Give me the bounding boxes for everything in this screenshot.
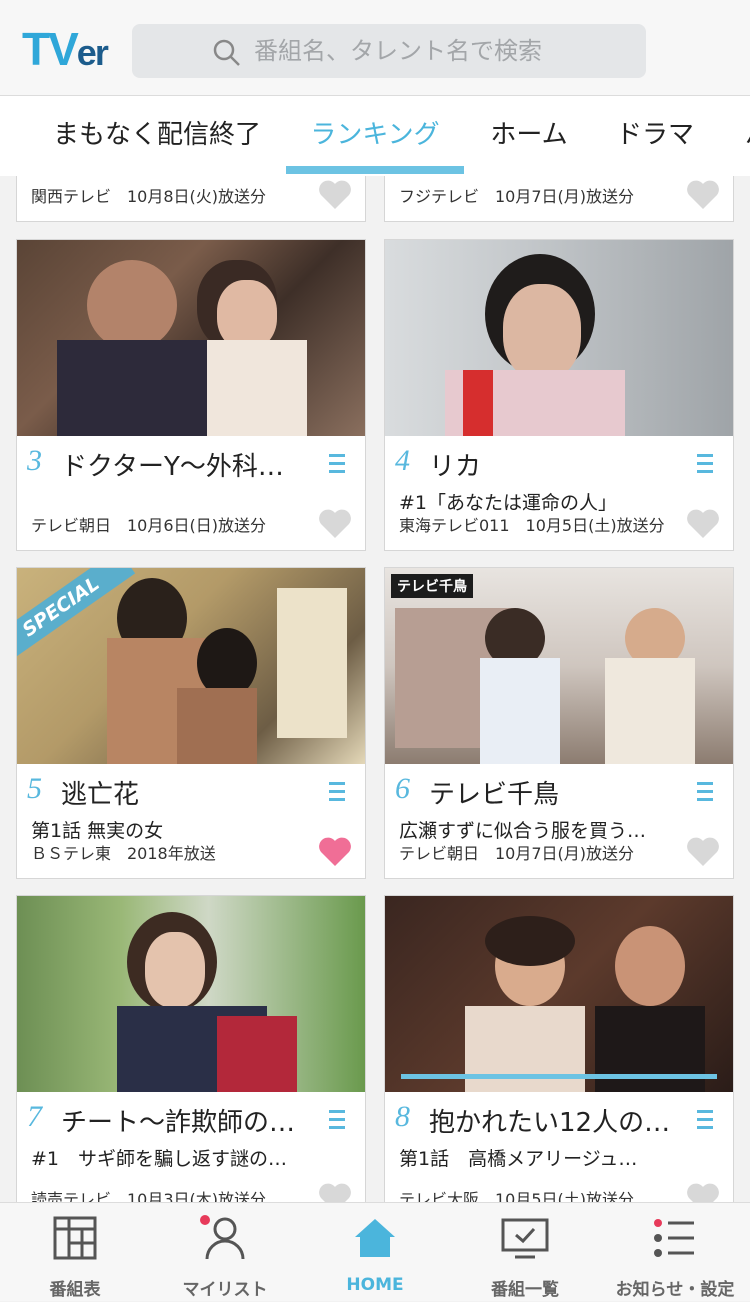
program-title: リカ bbox=[429, 452, 482, 482]
logo-t: T bbox=[22, 23, 50, 75]
heart-icon[interactable] bbox=[685, 1182, 721, 1202]
tab-variety[interactable]: バ bbox=[738, 96, 750, 176]
search-icon bbox=[213, 39, 240, 66]
tab-ending-soon[interactable]: まもなく配信終了 bbox=[52, 96, 262, 176]
heart-icon-favorited[interactable] bbox=[317, 836, 353, 868]
episode-subtitle: #1「あなたは運命の人」 bbox=[399, 492, 618, 514]
program-title: 抱かれたい12人の… bbox=[429, 1108, 671, 1138]
rank-number: 5 bbox=[27, 772, 42, 805]
logo-v: V bbox=[48, 23, 79, 75]
logo-er: er bbox=[76, 32, 109, 73]
heart-icon[interactable] bbox=[685, 836, 721, 868]
program-title: テレビ千鳥 bbox=[429, 780, 560, 810]
thumbnail-image[interactable]: テレビ千鳥 bbox=[385, 568, 733, 764]
menu-icon[interactable] bbox=[697, 1110, 713, 1130]
episode-subtitle: 広瀬すずに似合う服を買う… bbox=[399, 820, 647, 842]
thumbnail-caption: テレビ千鳥 bbox=[391, 574, 473, 598]
menu-icon[interactable] bbox=[697, 454, 713, 474]
nav-schedule[interactable]: 番組表 bbox=[0, 1203, 150, 1302]
card-meta: テレビ朝日 10月6日(日)放送分 bbox=[31, 516, 267, 535]
thumbnail-image[interactable]: SPECIAL bbox=[17, 568, 365, 764]
ranking-card[interactable]: 8 抱かれたい12人の… 第1話 高橋メアリージュ… テレビ大阪 10月5日(土… bbox=[384, 895, 734, 1202]
nav-mylist[interactable]: マイリスト bbox=[150, 1203, 300, 1302]
nav-label: 番組表 bbox=[49, 1280, 101, 1300]
heart-icon[interactable] bbox=[317, 508, 353, 540]
bottom-navigation: 番組表 マイリスト HOME 番組一覧 お知らせ・設定 bbox=[0, 1202, 750, 1301]
card-meta: 東海テレビ011 10月5日(土)放送分 bbox=[399, 516, 665, 535]
heart-icon[interactable] bbox=[685, 179, 721, 211]
nav-label: HOME bbox=[346, 1275, 404, 1295]
tv-check-icon bbox=[501, 1218, 549, 1259]
rank-number: 3 bbox=[27, 444, 42, 477]
nav-label: マイリスト bbox=[182, 1280, 268, 1300]
card-meta: テレビ大阪 10月5日(土)放送分 bbox=[399, 1190, 635, 1202]
progress-bar bbox=[401, 1074, 717, 1079]
ranking-card-partial[interactable]: フジテレビ 10月7日(月)放送分 bbox=[384, 176, 734, 222]
card-meta: 読売テレビ 10月3日(木)放送分 bbox=[31, 1190, 267, 1202]
ranking-card[interactable]: 7 チート〜詐欺師の… #1 サギ師を騙し返す謎の… 読売テレビ 10月3日(木… bbox=[16, 895, 366, 1202]
thumbnail-image[interactable] bbox=[385, 240, 733, 436]
list-icon bbox=[654, 1219, 694, 1257]
tab-ranking[interactable]: ランキング bbox=[290, 96, 460, 176]
top-bar: TVer bbox=[0, 0, 750, 96]
notification-dot bbox=[200, 1215, 210, 1225]
menu-icon[interactable] bbox=[329, 1110, 345, 1130]
episode-subtitle: 第1話 無実の女 bbox=[31, 820, 164, 842]
heart-icon[interactable] bbox=[317, 1182, 353, 1202]
thumbnail-image[interactable] bbox=[17, 240, 365, 436]
tab-home[interactable]: ホーム bbox=[484, 96, 574, 176]
rank-number: 6 bbox=[395, 772, 410, 805]
nav-home[interactable]: HOME bbox=[300, 1203, 450, 1302]
card-meta: フジテレビ 10月7日(月)放送分 bbox=[399, 187, 635, 206]
category-tabs: まもなく配信終了 ランキング ホーム ドラマ バ bbox=[0, 96, 750, 176]
menu-icon[interactable] bbox=[329, 454, 345, 474]
ranking-card[interactable]: テレビ千鳥 6 テレビ千鳥 広瀬すずに似合う服を買う… テレビ朝日 10月7日(… bbox=[384, 567, 734, 879]
ranking-card[interactable]: SPECIAL 5 逃亡花 第1話 無実の女 ＢＳテレ東 2018年放送 bbox=[16, 567, 366, 879]
thumbnail-image[interactable] bbox=[385, 896, 733, 1092]
program-title: チート〜詐欺師の… bbox=[61, 1108, 296, 1138]
search-input[interactable] bbox=[254, 32, 614, 70]
heart-icon[interactable] bbox=[317, 179, 353, 211]
thumbnail-image[interactable] bbox=[17, 896, 365, 1092]
tab-drama[interactable]: ドラマ bbox=[610, 96, 700, 176]
rank-number: 4 bbox=[395, 444, 410, 477]
card-meta: テレビ朝日 10月7日(月)放送分 bbox=[399, 844, 635, 863]
program-title: ドクターY〜外科… bbox=[61, 452, 284, 482]
menu-icon[interactable] bbox=[697, 782, 713, 802]
program-title: 逃亡花 bbox=[61, 780, 140, 810]
ranking-card[interactable]: 3 ドクターY〜外科… テレビ朝日 10月6日(日)放送分 bbox=[16, 239, 366, 551]
rank-number: 8 bbox=[395, 1100, 410, 1133]
heart-icon[interactable] bbox=[685, 508, 721, 540]
card-meta: ＢＳテレ東 2018年放送 bbox=[31, 844, 216, 863]
schedule-grid-icon bbox=[53, 1216, 97, 1260]
search-box[interactable] bbox=[132, 24, 646, 78]
ranking-card-partial[interactable]: 関西テレビ 10月8日(火)放送分 bbox=[16, 176, 366, 222]
ranking-card[interactable]: 4 リカ #1「あなたは運命の人」 東海テレビ011 10月5日(土)放送分 bbox=[384, 239, 734, 551]
nav-label: お知らせ・設定 bbox=[615, 1280, 735, 1300]
nav-program-list[interactable]: 番組一覧 bbox=[450, 1203, 600, 1302]
home-icon bbox=[355, 1219, 395, 1257]
card-meta: 関西テレビ 10月8日(火)放送分 bbox=[31, 187, 267, 206]
rank-number: 7 bbox=[27, 1100, 42, 1133]
nav-label: 番組一覧 bbox=[491, 1280, 559, 1300]
ranking-list: 関西テレビ 10月8日(火)放送分 フジテレビ 10月7日(月)放送分 3 ドク… bbox=[0, 176, 750, 1202]
tver-logo[interactable]: TVer bbox=[22, 22, 112, 76]
episode-subtitle: 第1話 高橋メアリージュ… bbox=[399, 1148, 638, 1170]
tab-active-indicator bbox=[286, 166, 464, 174]
episode-subtitle: #1 サギ師を騙し返す謎の… bbox=[31, 1148, 288, 1170]
menu-icon[interactable] bbox=[329, 782, 345, 802]
nav-settings[interactable]: お知らせ・設定 bbox=[600, 1203, 750, 1302]
